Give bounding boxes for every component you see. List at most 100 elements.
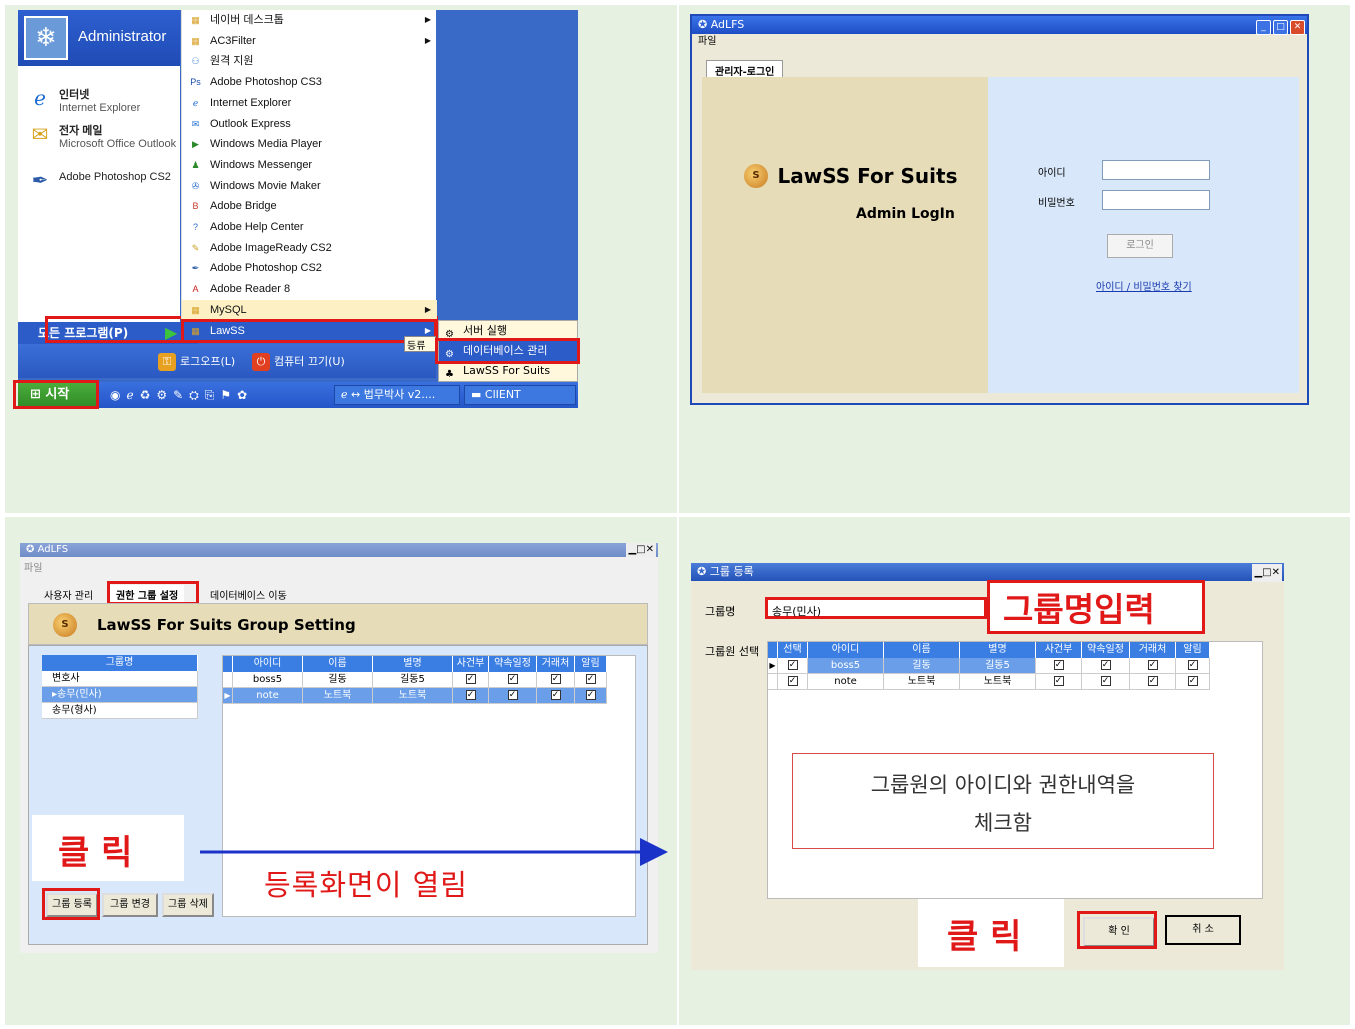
- program-item[interactable]: ▦ 네이버 데스크톱 ▶: [182, 10, 437, 31]
- quick-launch-icons[interactable]: ◉ℯ♻⚙✎⛭⎘⚑✿: [110, 388, 253, 403]
- program-item[interactable]: ▶ Windows Media Player: [182, 134, 437, 155]
- submenu-label: 서버 실행: [463, 324, 507, 337]
- cell: 노트북: [884, 674, 960, 690]
- cell: 길동: [884, 658, 960, 674]
- submenu-label: LawSS For Suits: [463, 364, 551, 377]
- task-button-1[interactable]: ℯ ↔ 법무박사 v2....: [334, 385, 460, 405]
- permission-checkbox[interactable]: ✓: [489, 672, 537, 688]
- group-name: 송무(민사): [57, 689, 102, 700]
- group-delete-button[interactable]: 그룹 삭제: [162, 893, 214, 917]
- submenu-lawss-for-suits[interactable]: ♣ LawSS For Suits: [439, 361, 577, 381]
- imageready-icon: ✎: [191, 242, 200, 253]
- opens-dialog-text: 등록화면이 열림: [264, 868, 468, 902]
- program-item[interactable]: ▦ AC3Filter ▶: [182, 31, 437, 52]
- checkbox-cell[interactable]: ✓: [1176, 658, 1210, 674]
- task-button-2[interactable]: ▬ ClIENT: [464, 385, 576, 405]
- checkbox-cell[interactable]: ✓: [1036, 658, 1082, 674]
- group-row[interactable]: 변호사: [42, 671, 198, 687]
- minimize-icon[interactable]: _: [1256, 20, 1271, 35]
- group-modify-button[interactable]: 그룹 변경: [102, 893, 158, 917]
- programs-menu: ▦ 네이버 데스크톱 ▶ ▦ AC3Filter ▶ ⚇ 원격 지원 Ps Adobe Photo…: [181, 10, 437, 342]
- tab-user-management[interactable]: 사용자 관리: [44, 587, 93, 602]
- group-setting-heading: LawSS For Suits Group Setting: [97, 616, 356, 634]
- permission-checkbox[interactable]: ✓: [575, 688, 607, 704]
- row-indicator: ▶: [768, 658, 778, 674]
- login-button[interactable]: 로그인: [1107, 234, 1173, 258]
- check-icon: ✓: [465, 674, 476, 684]
- checkbox-cell[interactable]: ✓: [1176, 674, 1210, 690]
- pinned-item-internet[interactable]: ℯ 인터넷 Internet Explorer: [26, 86, 181, 114]
- program-item[interactable]: ✎ Adobe ImageReady CS2: [182, 238, 437, 259]
- group-row[interactable]: 송무(형사): [42, 703, 198, 719]
- pinned-item-photoshop[interactable]: ✒ Adobe Photoshop CS2: [26, 168, 181, 192]
- password-input[interactable]: [1102, 190, 1210, 210]
- permission-checkbox[interactable]: ✓: [537, 688, 575, 704]
- id-input[interactable]: [1102, 160, 1210, 180]
- permission-checkbox[interactable]: ✓: [537, 672, 575, 688]
- checkbox-cell[interactable]: ✓: [1036, 674, 1082, 690]
- checkbox-cell[interactable]: ✓: [778, 658, 808, 674]
- checkbox-cell[interactable]: ✓: [778, 674, 808, 690]
- close-icon[interactable]: ✕: [1272, 567, 1280, 578]
- movie-maker-icon: ✇: [191, 180, 200, 191]
- permission-checkbox[interactable]: ✓: [489, 688, 537, 704]
- col-header: 아이디: [233, 656, 303, 672]
- maximize-icon[interactable]: □: [1262, 567, 1271, 578]
- program-item[interactable]: A Adobe Reader 8: [182, 279, 437, 300]
- id-label: 아이디: [1038, 168, 1066, 179]
- program-item[interactable]: ▦ MySQL ▶: [182, 299, 437, 321]
- checkbox-cell[interactable]: ✓: [1130, 658, 1176, 674]
- logoff-button[interactable]: ⚿ 로그오프(L): [158, 352, 235, 372]
- window-controls: _ □ ✕: [1254, 17, 1305, 35]
- menu-file[interactable]: 파일: [24, 559, 42, 574]
- menu-file[interactable]: 파일: [698, 36, 716, 47]
- pinned-sub: Microsoft Office Outlook: [59, 138, 177, 150]
- program-item[interactable]: ♟ Windows Messenger: [182, 155, 437, 176]
- check-icon: ✓: [585, 674, 596, 684]
- permission-checkbox[interactable]: ✓: [575, 672, 607, 688]
- col-header: 알림: [575, 656, 607, 672]
- cell: boss5: [808, 658, 884, 674]
- program-item[interactable]: ⚇ 원격 지원: [182, 51, 437, 72]
- close-icon[interactable]: ✕: [1290, 20, 1305, 35]
- feather-icon: ✒: [191, 263, 200, 274]
- program-item[interactable]: Ps Adobe Photoshop CS3: [182, 72, 437, 93]
- cell: 노트북: [303, 688, 373, 704]
- col-header: 별명: [373, 656, 453, 672]
- cell: 노트북: [960, 674, 1036, 690]
- close-icon[interactable]: ✕: [646, 544, 654, 555]
- permission-checkbox[interactable]: ✓: [453, 688, 489, 704]
- snowflake-avatar-icon: ❄: [24, 16, 68, 60]
- find-account-link[interactable]: 아이디 / 비밀번호 찾기: [1096, 278, 1192, 293]
- media-player-icon: ▶: [192, 139, 199, 150]
- group-row[interactable]: ▸송무(민사): [42, 687, 198, 703]
- col-header: 별명: [960, 642, 1036, 658]
- checkbox-cell[interactable]: ✓: [1082, 658, 1130, 674]
- program-item[interactable]: B Adobe Bridge: [182, 196, 437, 217]
- checkbox-cell[interactable]: ✓: [1082, 674, 1130, 690]
- click-callout: 클 릭: [58, 833, 133, 873]
- checkbox-cell[interactable]: ✓: [1130, 674, 1176, 690]
- program-item[interactable]: ✉ Outlook Express: [182, 114, 437, 135]
- program-label: Windows Media Player: [210, 138, 322, 151]
- maximize-icon[interactable]: □: [1273, 20, 1288, 35]
- program-item[interactable]: ℯ Internet Explorer: [182, 93, 437, 114]
- pinned-item-mail[interactable]: ✉ 전자 메일 Microsoft Office Outlook: [26, 122, 181, 150]
- shutdown-button[interactable]: ⏻ 컴퓨터 끄기(U): [252, 352, 345, 372]
- app-icon: ✪: [26, 544, 35, 555]
- check-icon: ✓: [465, 690, 476, 700]
- group-name-input[interactable]: 송무(민사): [765, 597, 987, 619]
- permission-checkbox[interactable]: ✓: [453, 672, 489, 688]
- program-item[interactable]: ✒ Adobe Photoshop CS2: [182, 258, 437, 279]
- cancel-button[interactable]: 취 소: [1165, 915, 1241, 945]
- check-icon: ✓: [787, 660, 798, 670]
- minimize-icon[interactable]: ▁: [1254, 567, 1262, 578]
- check-icon: ✓: [1187, 660, 1198, 670]
- program-item[interactable]: ✇ Windows Movie Maker: [182, 176, 437, 197]
- shutdown-label: 컴퓨터 끄기(U): [274, 355, 345, 368]
- row-indicator-header: [223, 656, 233, 672]
- maximize-icon[interactable]: □: [636, 544, 645, 555]
- program-item[interactable]: ? Adobe Help Center: [182, 217, 437, 238]
- minimize-icon[interactable]: ▁: [628, 544, 636, 555]
- tab-db-migration[interactable]: 데이터베이스 이동: [210, 587, 287, 602]
